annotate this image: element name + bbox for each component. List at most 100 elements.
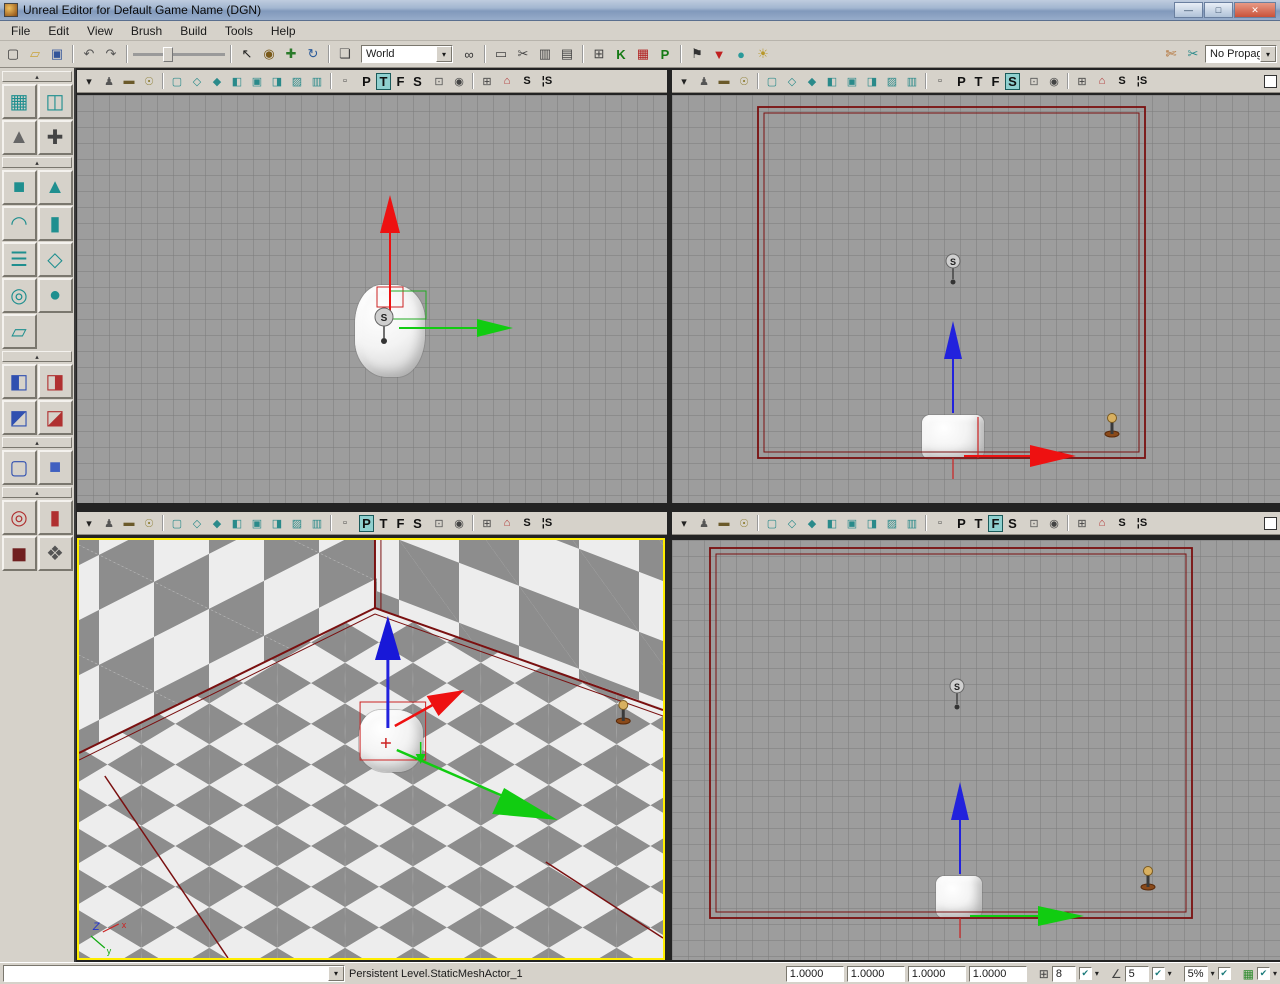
texture-density-mode-icon[interactable]: ▥ [308,514,326,532]
squint-mode-icon[interactable]: ⊞ [478,514,496,532]
sep[interactable] [126,45,128,63]
squint-mode-icon[interactable]: ⊞ [1073,72,1091,90]
wireframe-mode-icon[interactable]: ◇ [188,514,206,532]
toolbox-collapse-arrow[interactable]: ▴ [2,157,72,168]
speaker-actor[interactable]: S [945,253,961,285]
letter-top[interactable]: T [376,72,391,90]
letter-perspective[interactable]: P [359,514,374,532]
uv-checker-icon[interactable]: ▦ [633,44,653,64]
lock-icon[interactable]: ⊡ [1025,72,1043,90]
open-map-icon[interactable]: ▱ [25,44,45,64]
camera-speed-icon[interactable]: ▬ [715,514,733,532]
sep[interactable] [162,515,164,531]
lock-icon[interactable]: ⊡ [430,514,448,532]
viewport-options-arrow[interactable]: ▾ [80,514,98,532]
lit-mode-icon[interactable]: ◧ [228,72,246,90]
perspective-small-icon[interactable]: ▫ [931,72,949,90]
speaker-actor[interactable]: S [949,678,965,710]
camera-speed-icon[interactable]: ▬ [120,72,138,90]
scale-grid-checkbox[interactable]: ✔ [1217,967,1231,980]
letter-front[interactable]: F [393,73,408,90]
csg-intersect-icon[interactable]: ◩ [1,400,37,435]
detail-lighting-mode-icon[interactable]: ▣ [248,514,266,532]
letter-side[interactable]: S [1005,515,1020,532]
actor-search-dropdown[interactable]: ▾ [3,965,345,982]
linear-stair-brush-icon[interactable]: ☰ [1,242,37,277]
coordinate-system-dropdown[interactable]: World ▾ [361,45,453,63]
letter-top[interactable]: T [376,515,391,532]
eye-icon[interactable]: ◉ [1045,72,1063,90]
menu-edit[interactable]: Edit [39,22,78,40]
toolbox-collapse-arrow[interactable]: ▴ [2,71,72,82]
new-map-icon[interactable]: ▢ [3,44,23,64]
wireframe-mode-icon[interactable]: ◇ [188,72,206,90]
wireframe-mode-icon[interactable]: ◇ [783,72,801,90]
eye-icon[interactable]: ◉ [450,72,468,90]
squint-mode-icon[interactable]: ⊞ [478,72,496,90]
show-sound-radii-toggle[interactable]: ¦S [538,72,556,90]
volume-toggle-icon[interactable]: ⌂ [498,514,516,532]
detail-lighting-mode-icon[interactable]: ▣ [843,72,861,90]
letter-top[interactable]: T [971,515,986,532]
menu-help[interactable]: Help [262,22,305,40]
rotate-tool-icon[interactable]: ↻ [303,44,323,64]
terrain-mode-icon[interactable]: ▲ [1,120,37,155]
minimize-button[interactable]: — [1174,2,1203,18]
detail-lighting-mode-icon[interactable]: ▣ [248,72,266,90]
shader-complexity-mode-icon[interactable]: ▨ [883,514,901,532]
perspective-small-icon[interactable]: ▫ [931,514,949,532]
lock-viewport-icon[interactable]: ♟ [100,72,118,90]
kismet-icon[interactable]: K [611,44,631,64]
squint-mode-icon[interactable]: ⊞ [1073,514,1091,532]
search-actors-icon[interactable]: ∞ [459,44,479,64]
rotation-grid-checkbox[interactable]: ✔ [1151,967,1165,980]
scale-grid-field[interactable]: 5% [1183,965,1208,982]
maximize-viewport-box[interactable] [1264,516,1277,530]
sep[interactable] [1067,73,1069,89]
lighting-toggle-icon[interactable]: ☉ [735,514,753,532]
brush-wireframe-mode-icon[interactable]: ▢ [763,72,781,90]
drag-grid-value-field[interactable]: 1.0000 [846,965,905,982]
brush-clip-icon[interactable]: ■ [37,450,73,485]
maximize-viewport-box[interactable] [1264,74,1277,88]
viewport-side[interactable]: S [672,95,1280,503]
chevron-down-icon[interactable]: ▾ [1095,969,1099,978]
letter-front[interactable]: F [988,514,1003,532]
play-in-editor-icon[interactable]: ✄ [1161,44,1181,64]
translate-widget-x-arrow[interactable] [399,319,513,337]
lighting-toggle-icon[interactable]: ☉ [140,72,158,90]
lock-icon[interactable]: ⊡ [430,72,448,90]
sep[interactable] [757,515,759,531]
unlit-mode-icon[interactable]: ◆ [208,72,226,90]
rotation-grid-field[interactable]: 5 [1124,965,1149,982]
texture-density-mode-icon[interactable]: ▥ [903,72,921,90]
maximize-viewport-icon[interactable]: ❏ [335,44,355,64]
sep[interactable] [230,45,232,63]
brush-wireframe-mode-icon[interactable]: ▢ [168,514,186,532]
drag-grid-size-field[interactable]: 8 [1051,965,1076,982]
letter-top[interactable]: T [971,73,986,90]
sep[interactable] [1067,515,1069,531]
toolbox-collapse-arrow[interactable]: ▴ [2,351,72,362]
build-all-icon[interactable]: ☀ [753,44,773,64]
lighting-only-mode-icon[interactable]: ◨ [268,72,286,90]
maximize-button[interactable]: □ [1204,2,1233,18]
csg-subtract-icon[interactable]: ◨ [37,364,73,399]
cut-icon[interactable]: ✂ [513,44,533,64]
lock-viewport-icon[interactable]: ♟ [100,514,118,532]
texture-density-mode-icon[interactable]: ▥ [308,72,326,90]
translate-widget-x-arrow[interactable] [394,690,465,728]
curved-stair-brush-icon[interactable]: ◠ [1,206,37,241]
show-sounds-toggle[interactable]: S [518,514,536,532]
letter-perspective[interactable]: P [954,515,969,532]
select-mode-icon[interactable]: ▢ [1,450,37,485]
texture-density-mode-icon[interactable]: ▥ [903,514,921,532]
toolbox-collapse-arrow[interactable]: ▴ [2,487,72,498]
show-sounds-toggle[interactable]: S [1113,72,1131,90]
unlit-mode-icon[interactable]: ◆ [803,514,821,532]
menu-view[interactable]: View [78,22,122,40]
toolbox-collapse-arrow[interactable]: ▴ [2,437,72,448]
autosave-checkbox[interactable]: ✔ [1256,967,1270,980]
show-sounds-toggle[interactable]: S [518,72,536,90]
sphere-brush-icon[interactable]: ● [37,278,73,313]
